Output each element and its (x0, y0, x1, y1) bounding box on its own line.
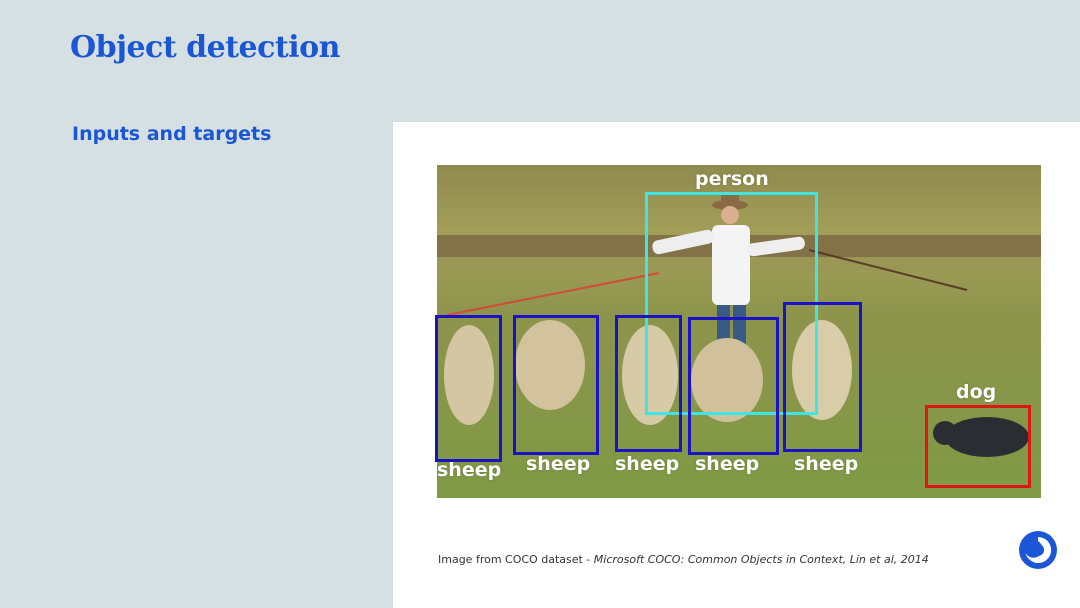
sheep-label-1: sheep (437, 459, 502, 481)
slide-title: Object detection (70, 30, 340, 65)
sheep-bounding-box-5 (783, 302, 862, 452)
sheep-bounding-box-3 (615, 315, 682, 452)
deepmind-logo-icon (1018, 530, 1058, 570)
sheep-bounding-box-4 (688, 317, 779, 455)
sheep-label-3: sheep (615, 453, 680, 475)
dog-label: dog (956, 381, 997, 403)
caption-prefix: Image from COCO dataset - (438, 553, 594, 566)
sheep-label-4: sheep (695, 453, 760, 475)
image-caption: Image from COCO dataset - Microsoft COCO… (438, 553, 929, 566)
person-label: person (695, 168, 769, 190)
sheep-bounding-box-2 (513, 315, 599, 455)
sheep-label-5: sheep (794, 453, 859, 475)
sheep-label-2: sheep (526, 453, 591, 475)
sheep-bounding-box-1 (435, 315, 502, 462)
caption-citation: Microsoft COCO: Common Objects in Contex… (593, 553, 929, 566)
dog-bounding-box (925, 405, 1031, 488)
slide-subtitle: Inputs and targets (72, 123, 272, 145)
